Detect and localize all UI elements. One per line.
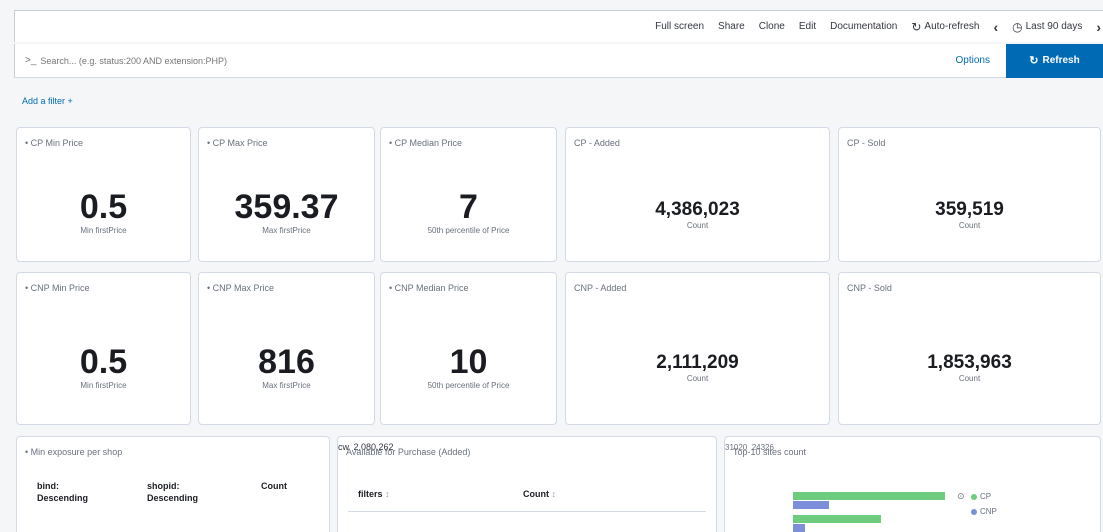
share-link[interactable]: Share bbox=[718, 21, 745, 32]
metric-panel-cnp-max: • CNP Max Price 816 Max firstPrice bbox=[198, 272, 375, 425]
bar-cp[interactable] bbox=[793, 492, 945, 500]
panel-title: • CP Max Price bbox=[207, 138, 268, 148]
metric-panel-cnp-sold: CNP - Sold 1,853,963 Count bbox=[838, 272, 1101, 425]
panel-title: • CNP Median Price bbox=[389, 283, 469, 293]
column-name: shopid: bbox=[147, 481, 180, 491]
metric-label: Count bbox=[686, 374, 709, 383]
metric-panel-cp-added: CP - Added 4,386,023 Count bbox=[565, 127, 830, 262]
column-name: Count bbox=[261, 481, 287, 491]
metric-value: 359,519 bbox=[935, 199, 1004, 220]
exposure-table-panel: • Min exposure per shop bind: Descending… bbox=[16, 436, 330, 532]
metric-value: 10 bbox=[449, 343, 488, 381]
panel-title: • CNP Max Price bbox=[207, 283, 274, 293]
metric-panel-cnp-added: CNP - Added 2,111,209 Count bbox=[565, 272, 830, 425]
panel-title: CNP - Sold bbox=[847, 283, 892, 293]
panel-title: CNP - Added bbox=[574, 283, 627, 293]
panel-title: Available for Purchase (Added) bbox=[346, 447, 471, 457]
search-input[interactable] bbox=[40, 44, 956, 77]
metric-value: 1,853,963 bbox=[927, 352, 1012, 373]
add-filter-link[interactable]: Add a filter + bbox=[22, 96, 73, 106]
panel-title: CP - Added bbox=[574, 138, 620, 148]
column-header-count[interactable]: Count bbox=[261, 481, 287, 493]
metric-panel-cp-max: • CP Max Price 359.37 Max firstPrice bbox=[198, 127, 375, 262]
legend-label: CP bbox=[980, 492, 992, 501]
refresh-icon: ↻ bbox=[1029, 55, 1039, 67]
metric-panel-cnp-min: • CNP Min Price 0.5 Min firstPrice bbox=[16, 272, 191, 425]
metric-panel-cp-min: • CP Min Price 0.5 Min firstPrice bbox=[16, 127, 191, 262]
metric-value: 816 bbox=[258, 343, 315, 381]
metric-value: 4,386,023 bbox=[655, 199, 740, 220]
top10-chart-panel: Top-10 sites count 31020 24326 ⊙ CP CNP bbox=[724, 436, 1101, 532]
bar-cp[interactable] bbox=[793, 515, 881, 523]
documentation-link[interactable]: Documentation bbox=[830, 21, 897, 32]
column-name: Count bbox=[523, 489, 549, 499]
legend-label: CNP bbox=[980, 507, 997, 516]
column-name: bind: bbox=[37, 481, 59, 491]
panel-title: CP - Sold bbox=[847, 138, 886, 148]
metric-value: 0.5 bbox=[79, 343, 128, 381]
legend-dot bbox=[971, 493, 977, 500]
filter-bar: Add a filter + bbox=[14, 88, 1103, 114]
metric-panel-cp-sold: CP - Sold 359,519 Count bbox=[838, 127, 1101, 262]
bar-cnp[interactable] bbox=[793, 524, 805, 532]
panel-title: • CP Median Price bbox=[389, 138, 463, 148]
metric-label: 50th percentile of Price bbox=[427, 226, 510, 235]
metric-label: Max firstPrice bbox=[262, 226, 311, 235]
metric-value: 359.37 bbox=[234, 188, 339, 226]
auto-refresh-link[interactable]: Auto-refresh bbox=[924, 21, 979, 32]
refresh-button[interactable]: ↻ Refresh bbox=[1006, 43, 1103, 78]
column-header-shopid[interactable]: shopid: Descending bbox=[147, 481, 198, 504]
metric-label: Count bbox=[958, 374, 981, 383]
metric-label: Max firstPrice bbox=[262, 381, 311, 390]
full-screen-link[interactable]: Full screen bbox=[655, 21, 704, 32]
legend-item-cp[interactable]: CP bbox=[971, 492, 991, 501]
legend-item-cnp[interactable]: CNP bbox=[971, 507, 997, 516]
clock-icon: ◷ bbox=[1012, 19, 1023, 34]
metric-value: 0.5 bbox=[79, 188, 128, 226]
table-header-divider bbox=[348, 511, 706, 512]
panel-title: • CP Min Price bbox=[25, 138, 83, 148]
refresh-cycle-icon: ↻ bbox=[911, 19, 922, 34]
metric-label: Min firstPrice bbox=[80, 226, 127, 235]
legend-toggle-icon[interactable]: ⊙ bbox=[957, 491, 965, 502]
query-bar: >_ Options ↻ Refresh bbox=[14, 43, 1103, 78]
available-table-panel: Available for Purchase (Added) filters ↕… bbox=[337, 436, 717, 532]
column-header-bind[interactable]: bind: Descending bbox=[37, 481, 88, 504]
column-sort: Descending bbox=[147, 492, 199, 503]
panel-title: • Min exposure per shop bbox=[25, 447, 123, 457]
column-name: filters bbox=[358, 489, 383, 499]
legend-dot bbox=[971, 508, 977, 515]
panel-title: Top-10 sites count bbox=[733, 447, 807, 457]
edit-link[interactable]: Edit bbox=[799, 21, 816, 32]
metric-label: Min firstPrice bbox=[80, 381, 127, 390]
chevron-left-icon[interactable]: ‹ bbox=[993, 19, 998, 35]
column-header-filters[interactable]: filters ↕ bbox=[358, 489, 390, 501]
column-header-count[interactable]: Count ↕ bbox=[523, 489, 556, 501]
metric-label: Count bbox=[958, 221, 981, 230]
column-sort: Descending bbox=[37, 492, 89, 503]
panel-title: • CNP Min Price bbox=[25, 283, 90, 293]
metric-panel-cnp-median: • CNP Median Price 10 50th percentile of… bbox=[380, 272, 557, 425]
chevron-right-icon[interactable]: › bbox=[1096, 19, 1101, 35]
bar-cnp[interactable] bbox=[793, 501, 829, 509]
sort-icon: ↕ bbox=[385, 489, 390, 499]
time-range-picker[interactable]: Last 90 days bbox=[1026, 21, 1083, 32]
refresh-label: Refresh bbox=[1042, 55, 1080, 66]
metric-panel-cp-median: • CP Median Price 7 50th percentile of P… bbox=[380, 127, 557, 262]
metric-value: 2,111,209 bbox=[656, 352, 739, 373]
query-prompt-icon: >_ bbox=[25, 55, 37, 66]
options-link[interactable]: Options bbox=[956, 55, 990, 66]
clone-link[interactable]: Clone bbox=[759, 21, 785, 32]
top-nav: Full screen Share Clone Edit Documentati… bbox=[14, 10, 1103, 42]
metric-label: 50th percentile of Price bbox=[427, 381, 510, 390]
sort-icon: ↕ bbox=[551, 489, 557, 499]
metric-value: 7 bbox=[459, 188, 478, 226]
metric-label: Count bbox=[686, 221, 709, 230]
